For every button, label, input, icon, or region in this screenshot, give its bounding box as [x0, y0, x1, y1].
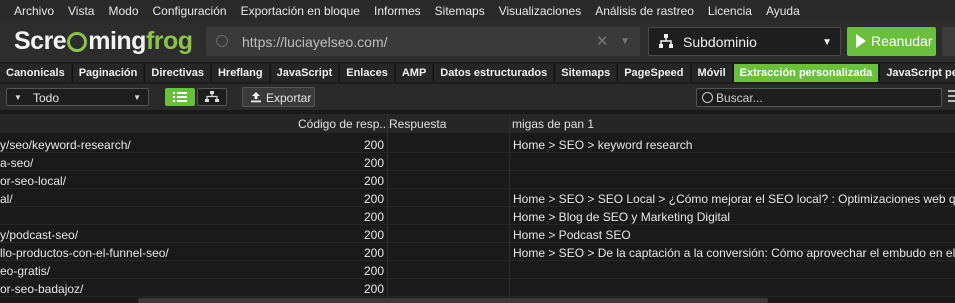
- export-label: Exportar: [266, 91, 312, 105]
- cell-breadcrumb: Home > SEO > De la captación a la conver…: [513, 246, 955, 260]
- menu-archivo[interactable]: Archivo: [0, 4, 61, 18]
- cell-status: 200: [364, 264, 385, 278]
- logo-o-icon: [67, 32, 88, 52]
- tab-sitemaps[interactable]: Sitemaps: [554, 64, 617, 82]
- table-row[interactable]: or-seo-badajoz/ 200: [0, 279, 955, 297]
- column-breadcrumb[interactable]: migas de pan 1: [512, 117, 594, 131]
- filter-select[interactable]: ▼ Todo ▼: [6, 88, 149, 106]
- toolbar-extra-button[interactable]: [942, 27, 955, 56]
- table-row[interactable]: a-seo/ 200: [0, 153, 955, 171]
- menu-licencia[interactable]: Licencia: [701, 4, 759, 18]
- table-row[interactable]: y/podcast-seo/ 200 Home > Podcast SEO: [0, 225, 955, 243]
- tab-hreflang[interactable]: Hreflang: [210, 64, 269, 82]
- cell-address: y/seo/keyword-research/: [0, 138, 131, 152]
- logo-text-frog: frog: [145, 26, 193, 55]
- play-icon: [856, 34, 866, 48]
- tab-javascript[interactable]: JavaScript: [269, 64, 339, 82]
- cell-address: or-seo-badajoz/: [0, 282, 84, 296]
- cell-breadcrumb: Home > SEO > SEO Local > ¿Cómo mejorar e…: [513, 192, 955, 206]
- chevron-down-icon: ▼: [822, 37, 832, 48]
- list-view-button[interactable]: [165, 88, 195, 106]
- cell-status: 200: [364, 246, 385, 260]
- menu-visualizaciones[interactable]: Visualizaciones: [492, 4, 589, 18]
- search-placeholder: Buscar...: [716, 91, 763, 105]
- cell-breadcrumb: Home > Podcast SEO: [513, 228, 631, 242]
- cell-status: 200: [364, 138, 385, 152]
- tab-amp[interactable]: AMP: [394, 64, 433, 82]
- results-table: Código de resp... Respuesta migas de pan…: [0, 110, 955, 303]
- tab-movil[interactable]: Móvil: [690, 64, 732, 82]
- logo-text-ming: ming: [88, 26, 146, 55]
- menu-configuracion[interactable]: Configuración: [146, 4, 234, 18]
- cell-breadcrumb: Home > SEO > keyword research: [513, 138, 693, 152]
- filter-value: Todo: [33, 91, 60, 105]
- horizontal-scrollbar[interactable]: [138, 298, 768, 303]
- cell-address: eo-gratis/: [0, 264, 51, 278]
- crawl-mode-value: Subdominio: [683, 34, 757, 50]
- hierarchy-icon: [659, 34, 673, 48]
- resume-label: Reanudar: [871, 33, 933, 49]
- tab-javascript-personalizado[interactable]: JavaScript personalizado: [879, 64, 955, 82]
- column-status-code[interactable]: Código de resp...: [298, 117, 389, 131]
- tab-directivas[interactable]: Directivas: [144, 64, 210, 82]
- menu-ayuda[interactable]: Ayuda: [759, 4, 807, 18]
- chevron-down-icon: ▼: [133, 93, 141, 102]
- tree-view-button[interactable]: [197, 88, 227, 106]
- clear-icon[interactable]: ✕: [596, 32, 609, 50]
- filter-bar: ▼ Todo ▼ Exportar Buscar...: [0, 84, 955, 110]
- list-icon: [173, 92, 187, 102]
- tab-bar: Canonicals Paginación Directivas Hreflan…: [0, 62, 955, 84]
- tab-canonicals[interactable]: Canonicals: [0, 64, 71, 82]
- table-row[interactable]: al/ 200 Home > SEO > SEO Local > ¿Cómo m…: [0, 189, 955, 207]
- cell-address: a-seo/: [0, 156, 34, 170]
- tab-datos-estructurados[interactable]: Datos estructurados: [433, 64, 554, 82]
- cell-status: 200: [364, 282, 385, 296]
- chevron-down-icon[interactable]: ▼: [620, 36, 630, 47]
- cell-address: or-seo-local/: [0, 174, 67, 188]
- globe-icon: [216, 35, 228, 47]
- menu-bar: Archivo Vista Modo Configuración Exporta…: [0, 0, 955, 22]
- cell-status: 200: [364, 210, 385, 224]
- crawl-mode-select[interactable]: Subdominio ▼: [648, 27, 841, 56]
- tree-icon: [205, 91, 219, 102]
- upload-icon: [251, 92, 261, 103]
- logo-text-scre: Scre: [14, 26, 67, 55]
- cell-address: llo-productos-con-el-funnel-seo/: [0, 246, 169, 260]
- resume-button[interactable]: Reanudar: [847, 27, 936, 56]
- tab-enlaces[interactable]: Enlaces: [339, 64, 394, 82]
- table-row[interactable]: 200 Home > Blog de SEO y Marketing Digit…: [0, 207, 955, 225]
- menu-vista[interactable]: Vista: [61, 4, 101, 18]
- column-response[interactable]: Respuesta: [389, 117, 446, 131]
- tab-paginacion[interactable]: Paginación: [71, 64, 144, 82]
- menu-modo[interactable]: Modo: [101, 4, 145, 18]
- url-input[interactable]: https://luciayelseo.com/ ✕ ▼: [206, 27, 640, 56]
- tab-extraccion-personalizada[interactable]: Extracción personalizada: [732, 64, 879, 82]
- cell-address: y/podcast-seo/: [0, 228, 79, 242]
- menu-exportacion-bloque[interactable]: Exportación en bloque: [234, 4, 367, 18]
- toolbar: Scre ming frog https://luciayelseo.com/ ✕ …: [0, 22, 955, 62]
- table-row[interactable]: llo-productos-con-el-funnel-seo/ 200 Hom…: [0, 243, 955, 261]
- table-row[interactable]: or-seo-local/ 200: [0, 171, 955, 189]
- table-row[interactable]: eo-gratis/ 200: [0, 261, 955, 279]
- export-button[interactable]: Exportar: [242, 87, 315, 107]
- table-row[interactable]: y/seo/keyword-research/ 200 Home > SEO >…: [0, 135, 955, 153]
- menu-informes[interactable]: Informes: [367, 4, 428, 18]
- cell-address: al/: [0, 192, 13, 206]
- options-menu-icon[interactable]: [948, 90, 955, 105]
- cell-status: 200: [364, 228, 385, 242]
- tab-pagespeed[interactable]: PageSpeed: [617, 64, 690, 82]
- search-icon: [702, 92, 713, 103]
- filter-icon: ▼: [14, 93, 22, 102]
- cell-status: 200: [364, 192, 385, 206]
- table-header: Código de resp... Respuesta migas de pan…: [0, 114, 955, 133]
- search-input[interactable]: Buscar...: [696, 88, 942, 107]
- cell-status: 200: [364, 174, 385, 188]
- url-value: https://luciayelseo.com/: [242, 34, 388, 50]
- menu-analisis-rastreo[interactable]: Análisis de rastreo: [588, 4, 701, 18]
- cell-breadcrumb: Home > Blog de SEO y Marketing Digital: [513, 210, 731, 224]
- screaming-frog-logo: Scre ming frog: [14, 26, 193, 56]
- menu-sitemaps[interactable]: Sitemaps: [428, 4, 492, 18]
- cell-status: 200: [364, 156, 385, 170]
